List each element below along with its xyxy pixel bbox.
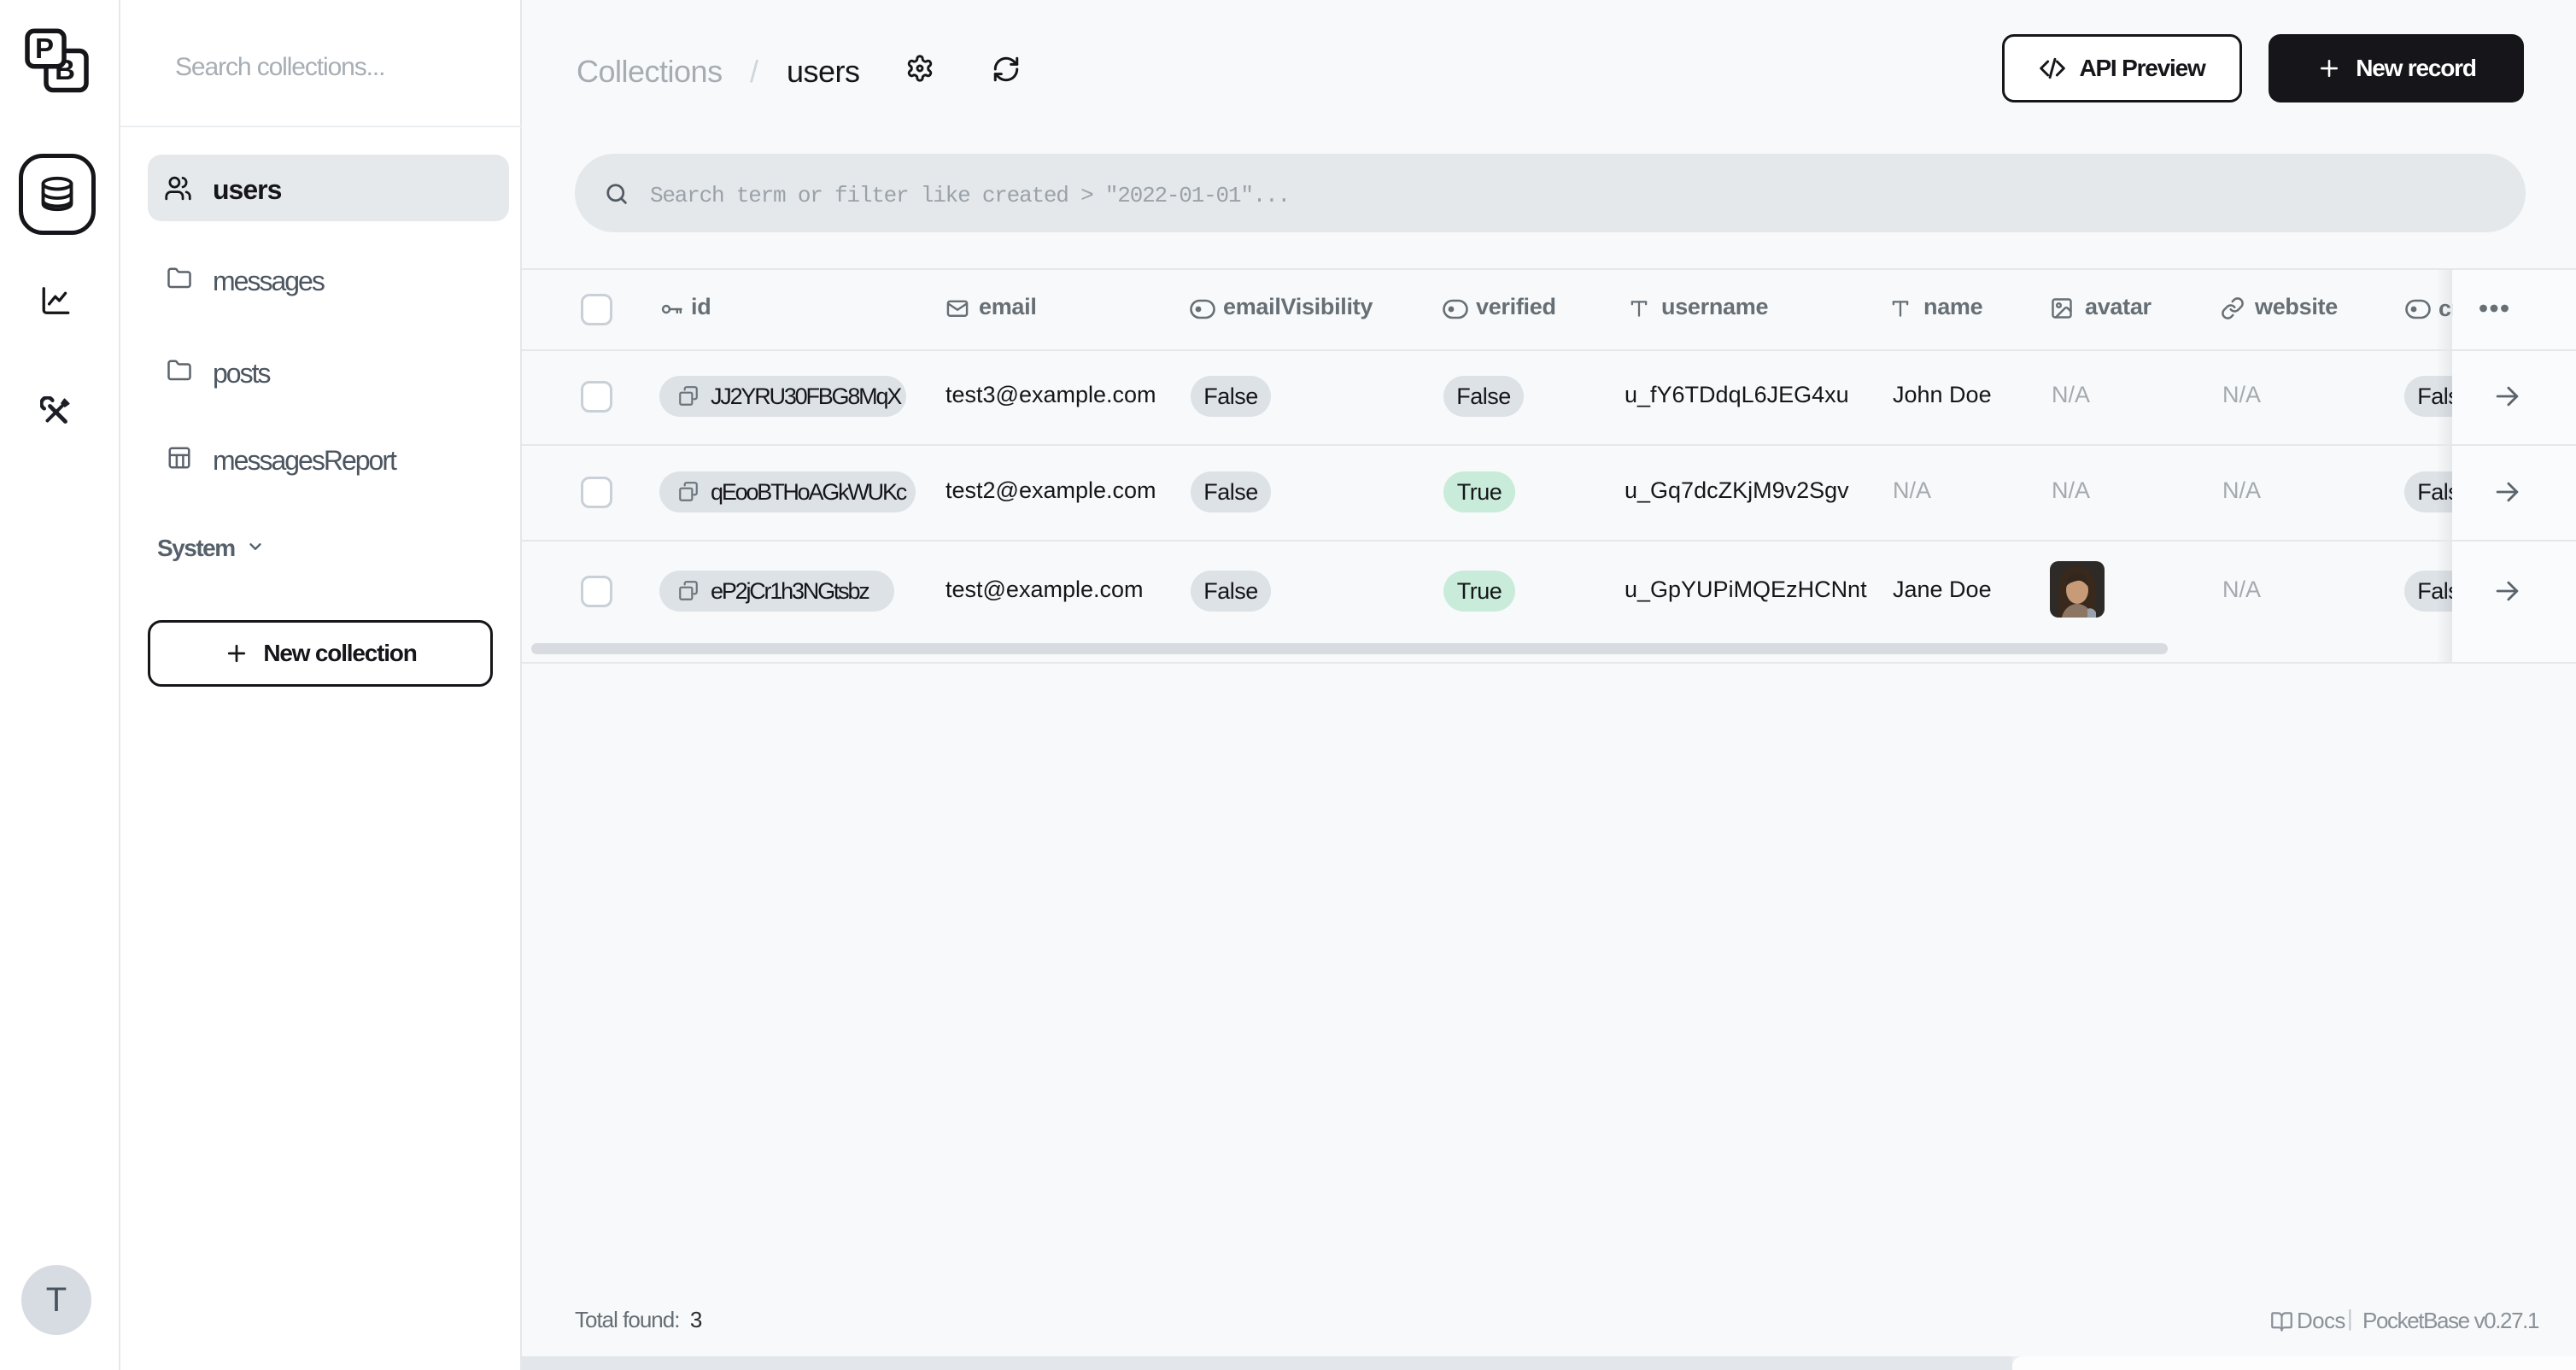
svg-text:P: P [35, 32, 54, 64]
